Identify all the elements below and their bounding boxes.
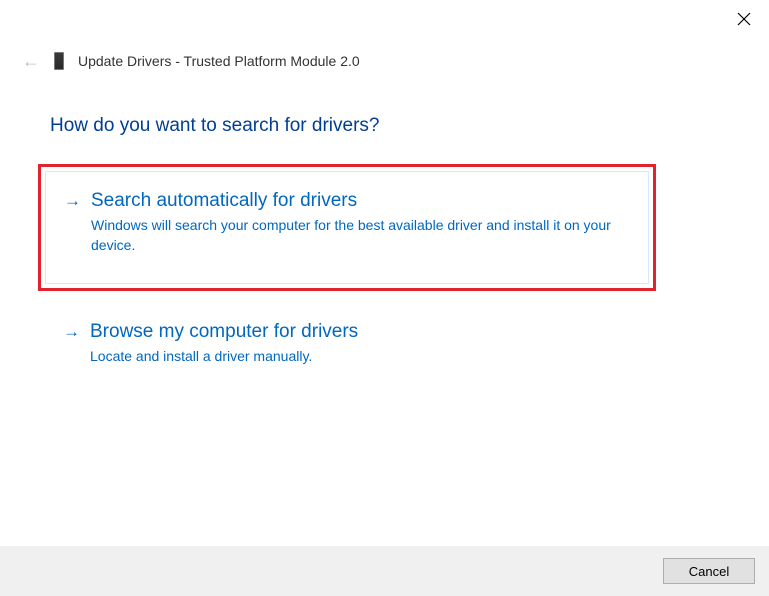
dialog-footer: Cancel — [0, 546, 769, 596]
arrow-right-icon: → — [63, 321, 80, 343]
arrow-right-icon: → — [64, 190, 81, 212]
option-title: Search automatically for drivers — [91, 190, 630, 212]
option-description: Windows will search your computer for th… — [91, 216, 630, 255]
back-arrow-icon: ← — [22, 52, 40, 70]
close-button[interactable] — [737, 12, 751, 30]
option-browse-computer[interactable]: → Browse my computer for drivers Locate … — [38, 307, 656, 385]
cancel-button[interactable]: Cancel — [663, 558, 755, 584]
dialog-title: Update Drivers - Trusted Platform Module… — [78, 53, 360, 69]
option-description: Locate and install a driver manually. — [90, 347, 358, 367]
dialog-header: ← Update Drivers - Trusted Platform Modu… — [22, 52, 360, 70]
device-chip-icon — [54, 52, 64, 70]
page-heading: How do you want to search for drivers? — [50, 115, 380, 137]
option-search-automatically[interactable]: → Search automatically for drivers Windo… — [45, 171, 649, 284]
option-title: Browse my computer for drivers — [90, 321, 358, 343]
highlight-box: → Search automatically for drivers Windo… — [38, 164, 656, 291]
options-container: → Search automatically for drivers Windo… — [38, 164, 656, 385]
